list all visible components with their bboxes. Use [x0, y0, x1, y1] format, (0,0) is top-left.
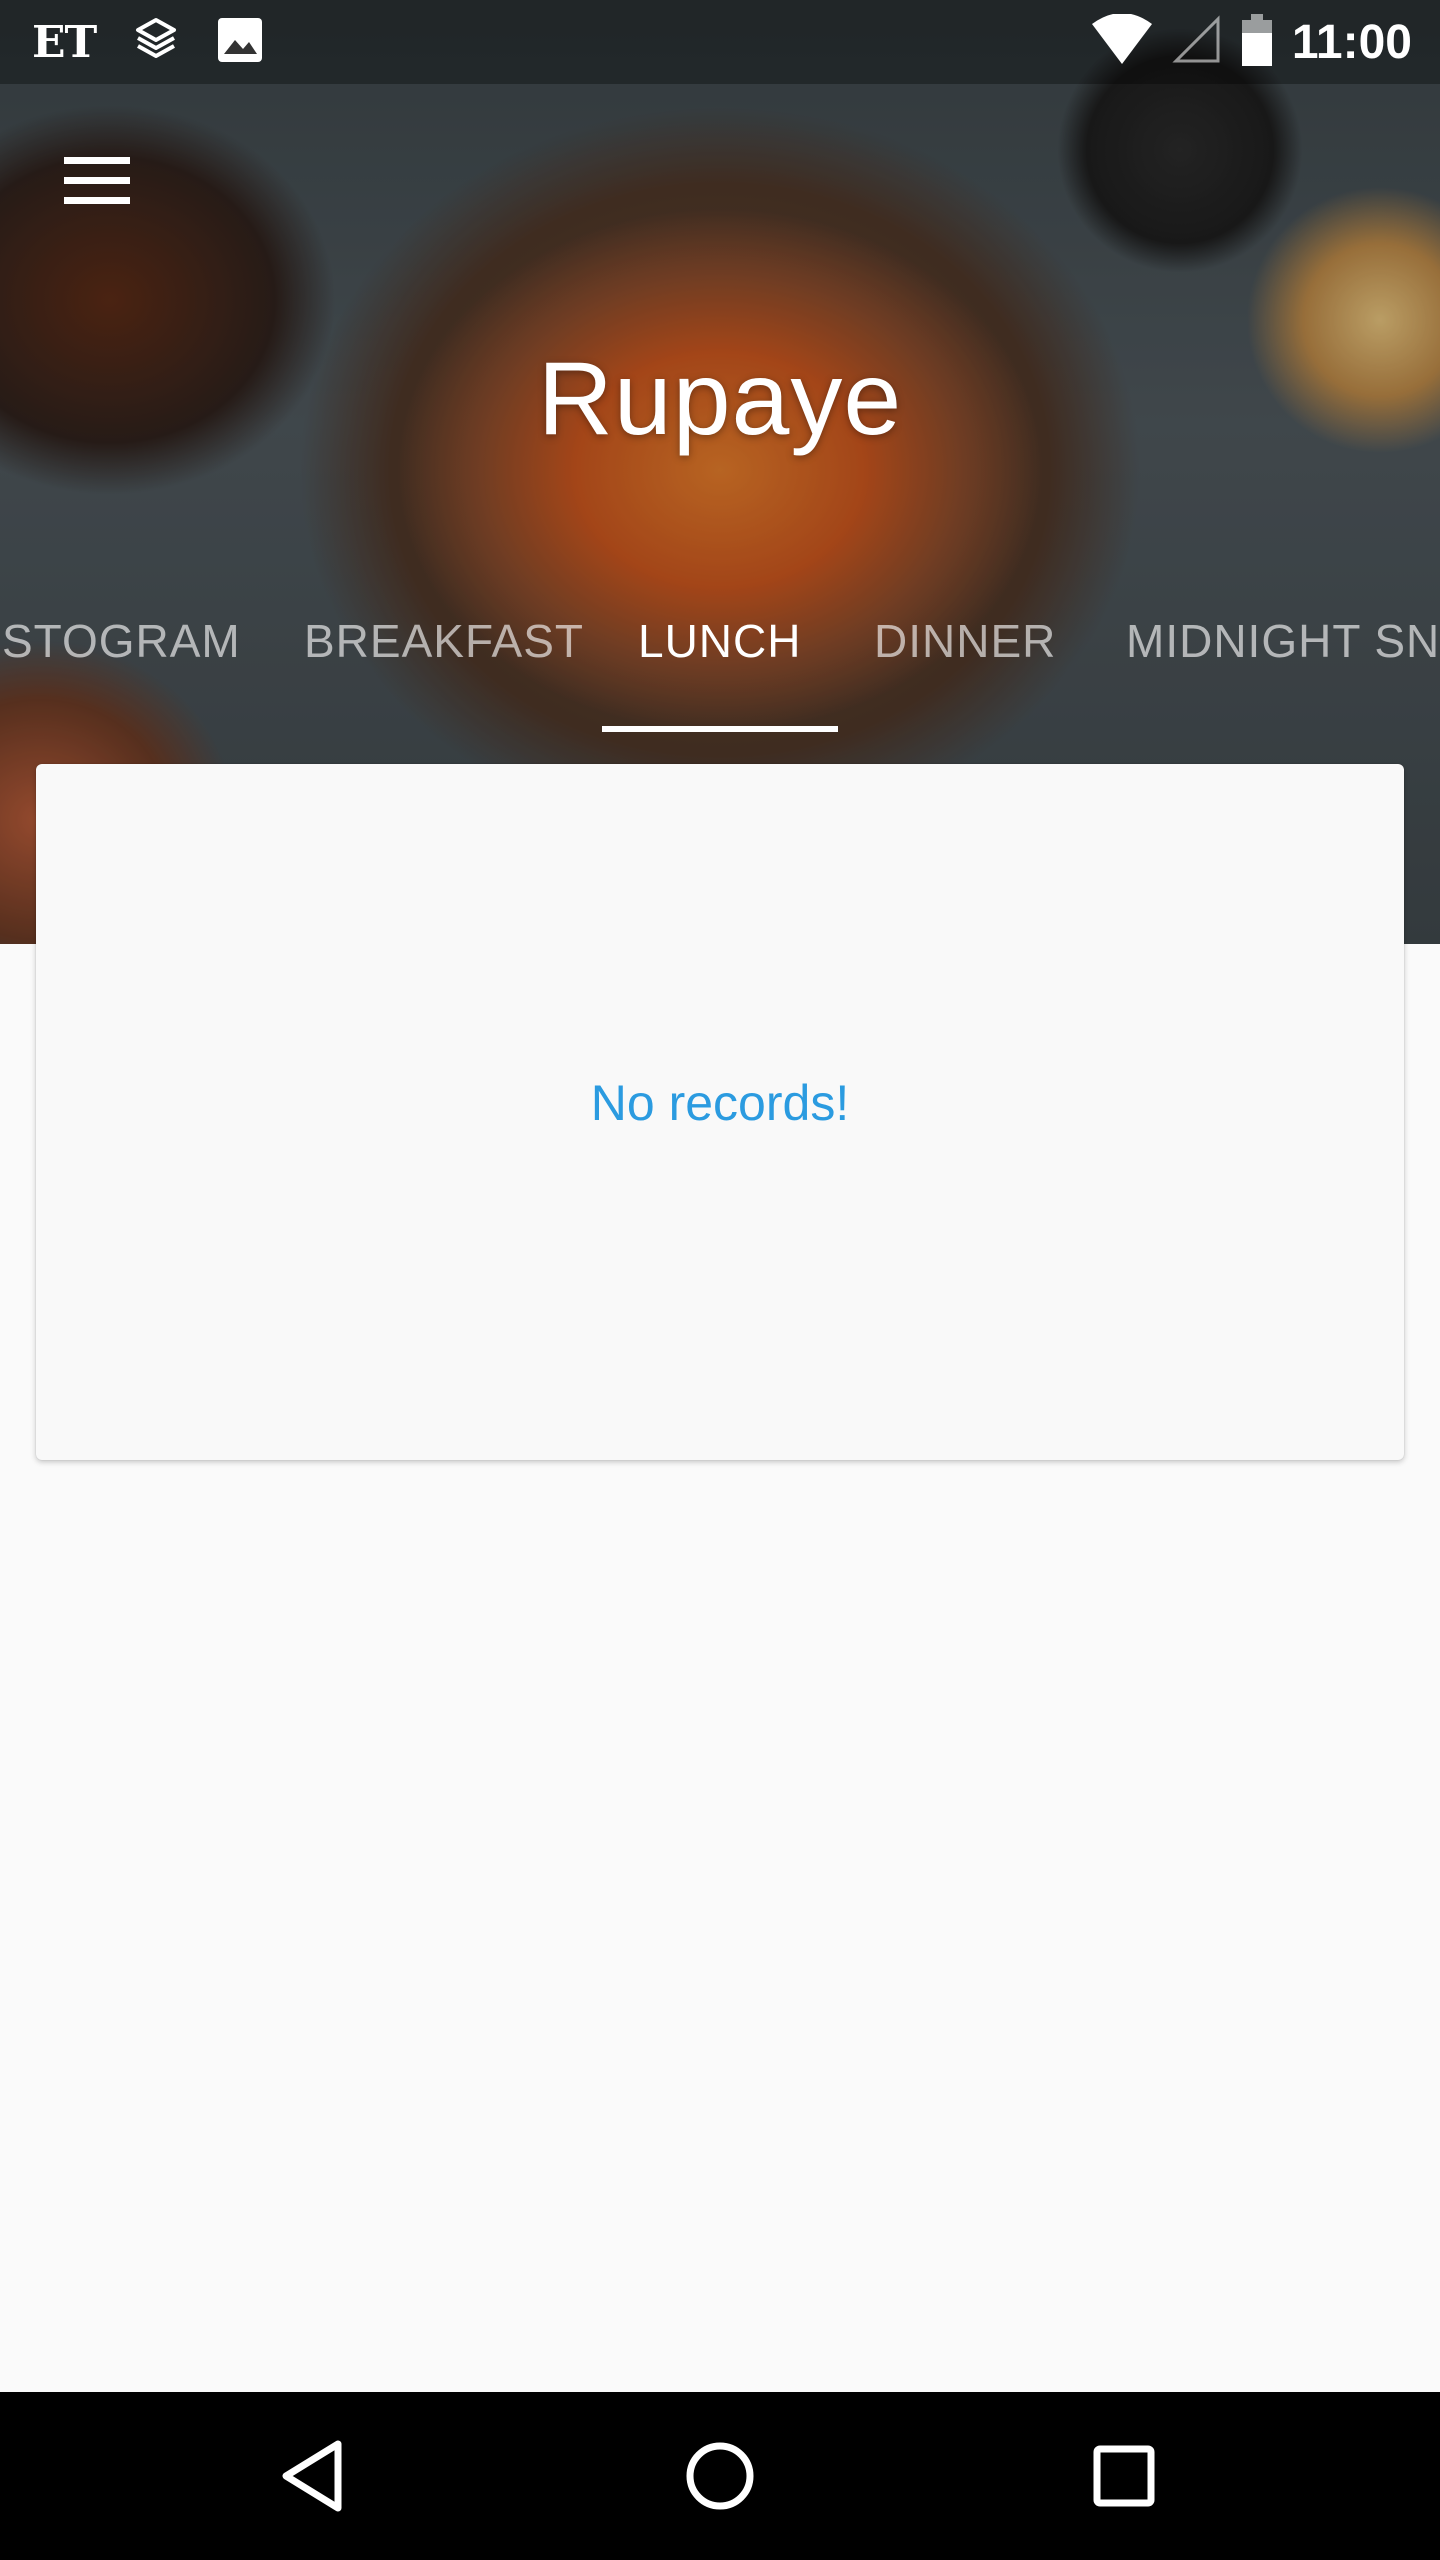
page-title: Rupaye — [537, 341, 903, 457]
navigation-bar — [0, 2392, 1440, 2560]
tab-lunch[interactable]: LUNCH — [638, 614, 801, 668]
hamburger-menu-icon[interactable] — [48, 140, 148, 220]
battery-icon — [1240, 13, 1274, 71]
recents-icon[interactable] — [1078, 2430, 1170, 2522]
tab-dinner[interactable]: DINNER — [874, 614, 1056, 668]
app-screen: ET 11:00 Rupaye STOGRAM BREAKFAST LUNCH … — [0, 0, 1440, 2560]
tab-midnight-snack[interactable]: MIDNIGHT SN — [1126, 614, 1440, 668]
home-icon[interactable] — [674, 2430, 766, 2522]
cell-signal-icon — [1172, 15, 1222, 69]
status-time: 11:00 — [1291, 15, 1412, 69]
tab-indicator — [602, 726, 838, 732]
records-card: No records! — [36, 764, 1404, 1460]
et-app-icon: ET — [32, 16, 97, 68]
category-tabs: STOGRAM BREAKFAST LUNCH DINNER MIDNIGHT … — [0, 600, 1440, 740]
layers-app-icon — [130, 14, 182, 70]
image-icon — [216, 16, 264, 68]
tab-instagram[interactable]: STOGRAM — [2, 614, 241, 668]
tab-breakfast[interactable]: BREAKFAST — [304, 614, 584, 668]
empty-state-message: No records! — [590, 1075, 850, 1131]
status-bar: ET 11:00 — [0, 0, 1440, 84]
wifi-icon — [1090, 13, 1154, 70]
back-icon[interactable] — [270, 2430, 362, 2522]
